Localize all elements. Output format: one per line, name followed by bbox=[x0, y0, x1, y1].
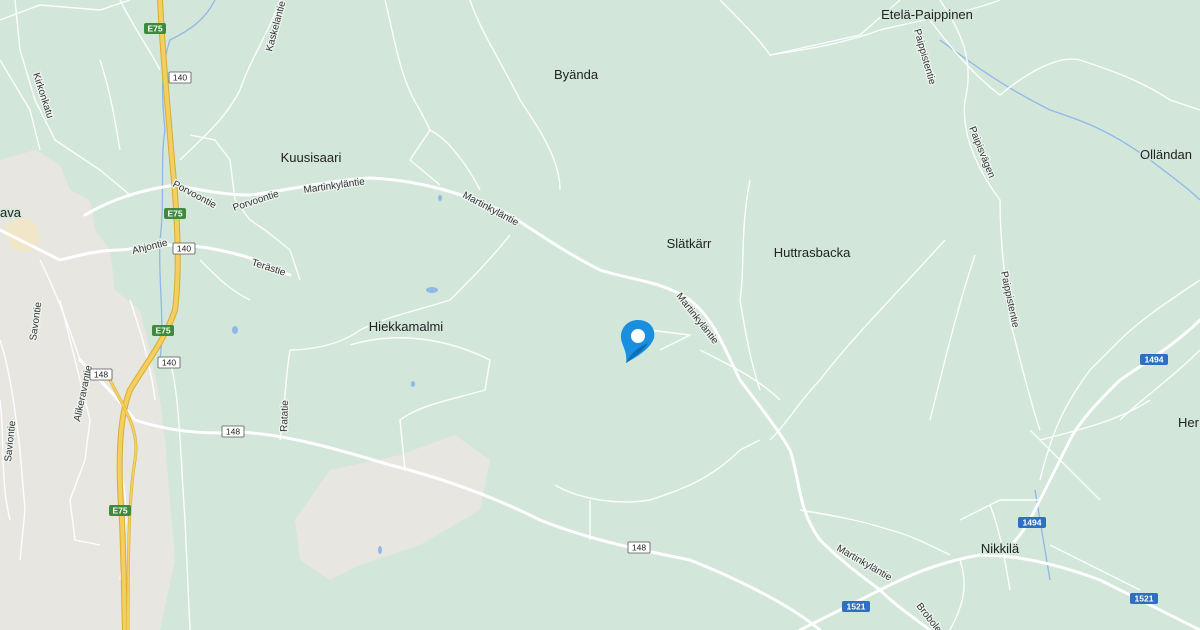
road-label-porvoontie-2: Porvoontie bbox=[232, 188, 281, 213]
shield-e75-a: E75 bbox=[144, 23, 166, 34]
map-canvas[interactable]: Etelä-Paippinen Byända Kuusisaari Olländ… bbox=[0, 0, 1200, 630]
svg-text:E75: E75 bbox=[147, 24, 162, 34]
place-label-hiekkamalmi: Hiekkamalmi bbox=[369, 319, 444, 334]
road-label-paipisvagen: Paipisvägen bbox=[966, 125, 997, 180]
road-label-martinkylantie-3: Martinkyläntie bbox=[674, 291, 721, 347]
place-label-nikkila: Nikkilä bbox=[981, 541, 1020, 556]
shield-1494-b: 1494 bbox=[1018, 517, 1046, 528]
shield-e75-b: E75 bbox=[164, 208, 186, 219]
road-label-martinkylantie-1: Martinkyläntie bbox=[303, 176, 366, 196]
road-label-porvoontie-1: Porvoontie bbox=[171, 179, 219, 211]
place-label-ava: ava bbox=[0, 205, 22, 220]
place-label-byanda: Byända bbox=[554, 67, 599, 82]
road-label-paippistentie-1: Paippistentie bbox=[911, 28, 937, 86]
svg-text:148: 148 bbox=[226, 427, 240, 437]
road-label-brobole: Brobole bbox=[914, 601, 944, 630]
road-label-martinkylantie-2: Martinkyläntie bbox=[461, 190, 521, 229]
svg-text:140: 140 bbox=[162, 358, 176, 368]
place-label-huttrasbacka: Huttrasbacka bbox=[774, 245, 851, 260]
svg-text:148: 148 bbox=[632, 543, 646, 553]
shield-148-c: 148 bbox=[627, 541, 651, 554]
road-label-saviontie: Saviontie bbox=[3, 420, 18, 462]
road-label-martinkylantie-4: Martinkyläntie bbox=[835, 543, 894, 584]
shield-e75-d: E75 bbox=[109, 505, 131, 516]
road-label-terastie: Terästie bbox=[250, 257, 287, 278]
svg-text:1521: 1521 bbox=[847, 602, 866, 612]
svg-text:1521: 1521 bbox=[1135, 594, 1154, 604]
svg-text:E75: E75 bbox=[167, 209, 182, 219]
road-label-savontie: Savontie bbox=[28, 301, 44, 342]
place-label-kuusisaari: Kuusisaari bbox=[281, 150, 342, 165]
svg-text:148: 148 bbox=[94, 370, 108, 380]
road-label-kirkkokatu: Kirkonkatu bbox=[30, 72, 55, 120]
location-pin-icon[interactable] bbox=[620, 320, 655, 363]
shield-140-c: 140 bbox=[157, 356, 181, 369]
map-labels-layer: Etelä-Paippinen Byända Kuusisaari Olländ… bbox=[0, 0, 1200, 630]
shield-1521-b: 1521 bbox=[1130, 593, 1158, 604]
shield-140-a: 140 bbox=[168, 71, 192, 84]
place-label-etela-paippinen: Etelä-Paippinen bbox=[881, 7, 973, 22]
svg-text:E75: E75 bbox=[112, 506, 127, 516]
svg-text:E75: E75 bbox=[155, 326, 170, 336]
shield-1494-a: 1494 bbox=[1140, 354, 1168, 365]
road-label-ratatie: Ratatie bbox=[279, 400, 291, 432]
road-label-kaskelantie: Kaskelantie bbox=[264, 0, 288, 53]
place-label-her: Her bbox=[1178, 415, 1200, 430]
road-label-paippistentie-2: Paippistentie bbox=[998, 270, 1021, 329]
shield-148-a: 148 bbox=[89, 368, 113, 381]
svg-text:140: 140 bbox=[177, 244, 191, 254]
shield-148-b: 148 bbox=[221, 425, 245, 438]
place-label-ollandan: Olländan bbox=[1140, 147, 1192, 162]
place-label-slatkarr: Slätkärr bbox=[667, 236, 712, 251]
road-label-ahjontie: Ahjontie bbox=[131, 237, 169, 257]
shield-140-b: 140 bbox=[172, 242, 196, 255]
svg-text:1494: 1494 bbox=[1023, 518, 1042, 528]
svg-text:1494: 1494 bbox=[1145, 355, 1164, 365]
shield-e75-c: E75 bbox=[152, 325, 174, 336]
shield-1521-a: 1521 bbox=[842, 601, 870, 612]
svg-text:140: 140 bbox=[173, 73, 187, 83]
